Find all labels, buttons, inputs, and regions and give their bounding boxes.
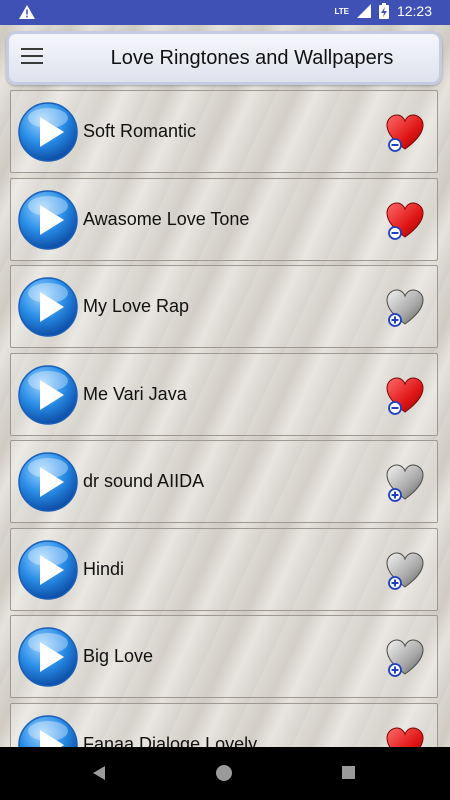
ringtone-title: Me Vari Java [83,383,187,404]
ringtone-title: Big Love [83,646,154,666]
heart-add-icon[interactable] [385,288,425,330]
signal-icon [356,4,371,18]
page-title: Love Ringtones and Wallpapers [110,47,394,69]
play-circle-icon[interactable] [17,714,79,748]
back-icon[interactable] [92,765,106,781]
heart-add-icon[interactable] [385,551,425,593]
ringtone-row[interactable]: Soft Romantic [10,90,438,173]
ringtone-title: Soft Romantic [83,121,197,141]
ringtone-title: Awasome Love Tone [83,208,250,229]
recents-icon[interactable] [342,766,355,779]
clock: 12:23 [396,3,432,19]
ringtone-title: dr sound AIIDA [83,471,205,491]
heart-add-icon[interactable] [385,463,425,505]
ringtone-title: My Love Rap [83,296,190,316]
ringtone-row[interactable]: Fanaa Dialoge Lovely [10,702,438,748]
ringtone-title: Hindi [83,558,125,579]
ringtone-row[interactable]: My Love Rap [10,265,438,348]
ringtone-row[interactable]: dr sound AIIDA [10,440,438,523]
navigation-bar [0,747,450,800]
status-bar: LTE 12:23 [0,0,450,25]
heart-remove-icon[interactable] [385,726,425,748]
app-header: Love Ringtones and Wallpapers [6,31,442,85]
network-type: LTE [334,6,349,16]
ringtone-list[interactable]: Soft Romantic Awasome Love Tone My Love … [10,90,440,747]
play-circle-icon[interactable] [17,276,79,338]
ringtone-row[interactable]: Big Love [10,615,438,698]
play-circle-icon[interactable] [17,189,79,251]
battery-charging-icon [378,3,389,19]
play-circle-icon[interactable] [17,451,79,513]
home-icon[interactable] [216,765,232,781]
ringtone-row[interactable]: Awasome Love Tone [10,177,438,261]
play-circle-icon[interactable] [17,539,79,601]
ringtone-title: Fanaa Dialoge Lovely [83,733,258,748]
menu-icon[interactable] [21,48,43,68]
warning-icon [19,5,35,19]
heart-remove-icon[interactable] [385,113,425,155]
play-circle-icon[interactable] [17,626,79,688]
heart-remove-icon[interactable] [385,376,425,418]
heart-add-icon[interactable] [385,638,425,680]
heart-remove-icon[interactable] [385,201,425,243]
play-circle-icon[interactable] [17,364,79,426]
play-circle-icon[interactable] [17,101,79,163]
ringtone-row[interactable]: Hindi [10,527,438,611]
ringtone-row[interactable]: Me Vari Java [10,352,438,436]
